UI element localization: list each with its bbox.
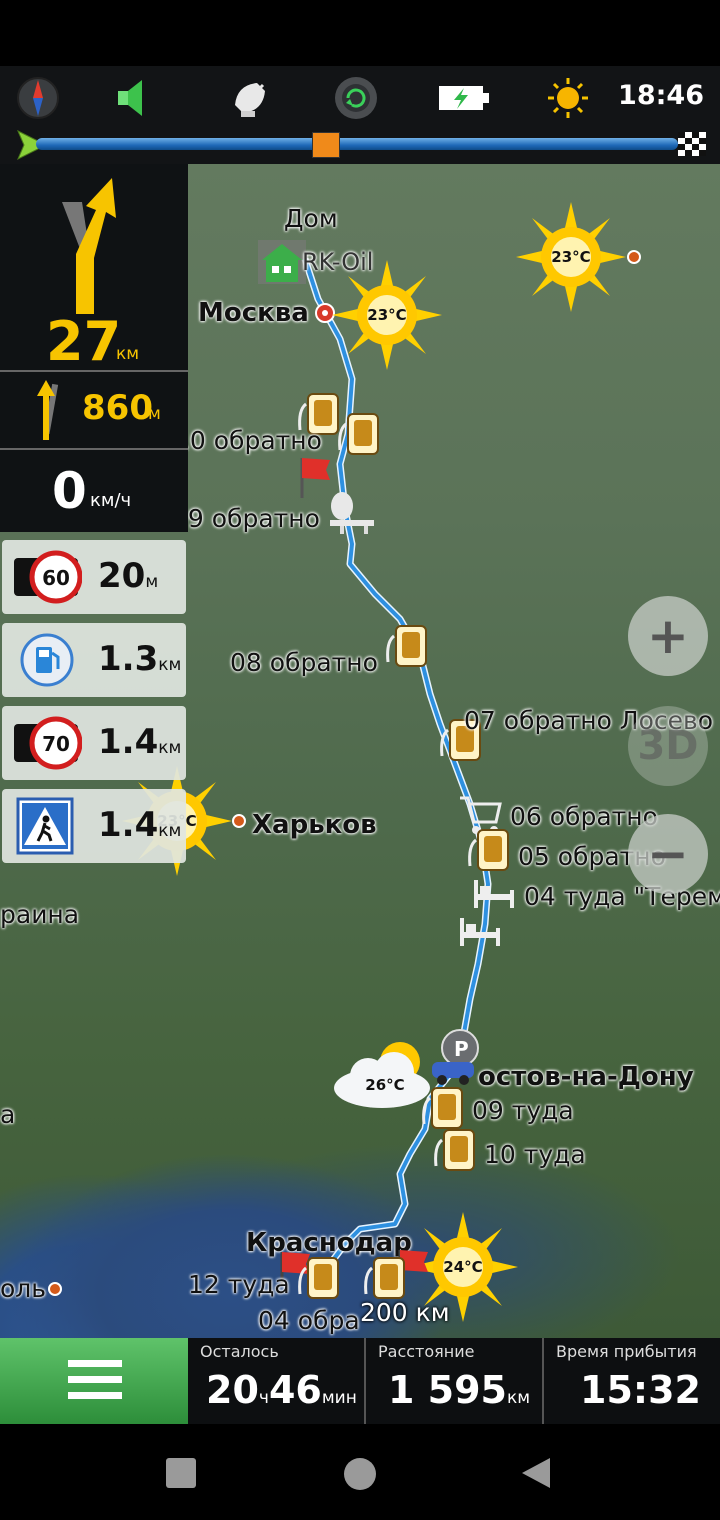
turn-distance-value: 27 (46, 310, 122, 373)
fuel-poi-icon[interactable] (384, 622, 430, 674)
city-label-kharkov: Харьков (252, 810, 377, 840)
weather-sun-icon[interactable] (544, 74, 592, 122)
city-label-rostov: остов-на-Дону (478, 1062, 694, 1092)
map-label-edge-a: а (0, 1100, 16, 1129)
arrival-value: 15:32 (580, 1368, 701, 1412)
satellite-icon[interactable] (226, 74, 274, 122)
map-scale-label: 200 км (360, 1298, 450, 1327)
gps-sync-icon[interactable] (332, 74, 380, 122)
city-dot-northeast (627, 250, 641, 264)
next-turn-box[interactable]: 27 км (0, 164, 188, 373)
speed-limit-70-icon: 70 (14, 716, 82, 770)
speed-value: 0 (52, 462, 87, 520)
poi-label-04-back: 04 обра (258, 1306, 360, 1335)
progress-marker (311, 132, 340, 158)
alert-value: 1.4 (98, 805, 159, 845)
speed-unit: км/ч (90, 490, 132, 511)
fuel-station-icon (20, 633, 74, 687)
second-turn-box[interactable]: 860 м (0, 370, 188, 450)
country-label-ukraine: раина (0, 900, 80, 929)
hotel-poi-icon[interactable] (470, 876, 518, 912)
alert-speed-limit-70[interactable]: 70 1.4км (2, 706, 186, 780)
alert-speed-limit-60[interactable]: 60 20м (2, 540, 186, 614)
alert-value: 1.4 (98, 722, 159, 762)
distance-label: Расстояние (378, 1342, 475, 1361)
poi-label-10-there: 10 туда (484, 1140, 586, 1169)
poi-label-09-back: 09 обратно (172, 504, 320, 533)
hotel-poi-icon[interactable] (456, 914, 504, 950)
weather-sun-moscow[interactable]: 23°C (332, 260, 442, 370)
battery-charging-icon (438, 74, 490, 122)
city-dot-kharkov (232, 814, 246, 828)
alert-value: 20 (98, 556, 146, 596)
city-label-moscow: Москва (198, 298, 309, 328)
poi-label-10-back: 10 обратно (174, 426, 322, 455)
poi-label-09-there: 09 туда (472, 1096, 574, 1125)
fuel-poi-icon[interactable] (336, 410, 382, 462)
system-navigation-bar (0, 1424, 720, 1520)
current-speed-box: 0 км/ч (0, 448, 188, 532)
fuel-poi-icon[interactable] (466, 826, 512, 878)
speed-limit-60-icon: 60 (14, 550, 82, 604)
map-label-home: Дом (284, 204, 338, 233)
parking-poi-icon[interactable]: P (430, 1028, 482, 1086)
time-remaining-panel[interactable]: Осталось 20ч46мин (188, 1338, 364, 1424)
time-remaining-label: Осталось (200, 1342, 279, 1361)
maneuver-panel[interactable]: 27 км 860 м 0 км/ч (0, 164, 188, 532)
progress-track (36, 138, 678, 150)
bottom-info-bar: Осталось 20ч46мин Расстояние 1 595км Вре… (0, 1338, 720, 1424)
clock: 18:46 (618, 80, 704, 111)
pedestrian-crossing-icon (16, 797, 74, 855)
distance-remaining-panel[interactable]: Расстояние 1 595км (366, 1338, 542, 1424)
toggle-3d-button[interactable]: 3D (628, 706, 708, 786)
back-button[interactable] (520, 1456, 552, 1490)
turn-right-arrow-icon (62, 178, 116, 314)
alert-value: 1.3 (98, 639, 159, 679)
city-dot-west (48, 1282, 62, 1296)
alert-pedestrian-crossing[interactable]: 1.4км (2, 789, 186, 863)
top-black-area (0, 0, 720, 66)
route-progress-bar (16, 128, 706, 162)
arrival-time-panel[interactable]: Время прибытия 15:32 (544, 1338, 720, 1424)
finish-flag-icon (678, 132, 706, 156)
second-turn-unit: м (148, 404, 161, 424)
svg-text:P: P (454, 1037, 469, 1061)
alert-fuel-station[interactable]: 1.3км (2, 623, 186, 697)
recent-apps-button[interactable] (166, 1458, 196, 1488)
arrival-label: Время прибытия (556, 1342, 697, 1361)
zoom-out-button[interactable]: − (628, 814, 708, 894)
cafe-poi-icon[interactable] (326, 488, 378, 536)
weather-sun-northeast[interactable]: 23°C (516, 202, 626, 312)
home-button[interactable] (344, 1458, 376, 1490)
straight-arrow-icon (37, 380, 59, 440)
poi-label-06-back: 06 обратно (510, 802, 658, 831)
svg-text:60: 60 (42, 566, 70, 590)
menu-button[interactable] (0, 1338, 188, 1424)
compass-icon[interactable] (14, 74, 62, 122)
turn-distance-unit: км (116, 344, 140, 364)
hamburger-menu-icon (68, 1360, 122, 1399)
home-icon[interactable] (256, 238, 308, 286)
poi-label-12-there: 12 туда (188, 1270, 290, 1299)
volume-icon[interactable] (108, 74, 156, 122)
distance-value: 1 595км (388, 1368, 531, 1412)
second-turn-distance: 860 (82, 388, 153, 428)
time-remaining-value: 20ч46мин (206, 1368, 357, 1412)
svg-text:70: 70 (42, 732, 70, 756)
zoom-in-button[interactable]: + (628, 596, 708, 676)
fuel-poi-icon[interactable] (432, 1126, 478, 1178)
poi-label-08-back: 08 обратно (230, 648, 378, 677)
map-label-edge-pol: оль (0, 1274, 47, 1303)
fuel-poi-icon[interactable] (296, 1254, 342, 1306)
